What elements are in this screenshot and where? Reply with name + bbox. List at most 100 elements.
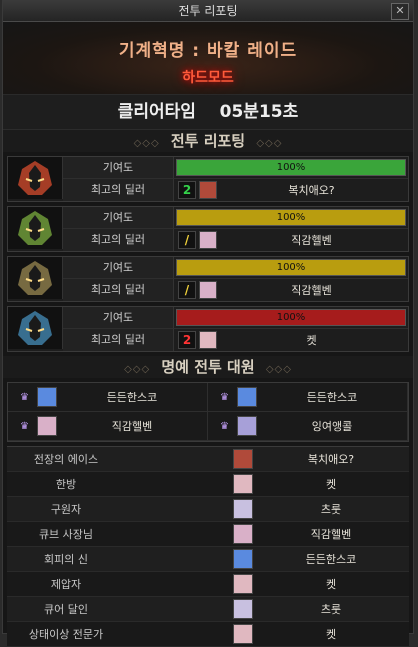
award-winner-name: 복치애오? <box>307 453 355 466</box>
award-row: 구원자 츠룻 <box>7 497 409 522</box>
raid-name: 기계혁명 : 바칼 레이드 <box>118 41 298 61</box>
award-title: 전장의 에이스 <box>33 453 99 466</box>
award-winner-name: 켓 <box>325 578 337 591</box>
clear-time-value: 05분15초 <box>219 102 299 122</box>
character-portrait-icon <box>37 387 57 407</box>
character-portrait-icon <box>237 416 257 436</box>
award-list: 전장의 에이스 복치애오? 한방 켓 구원자 츠룻 큐브 사장님 직감헬벤 회피의 신 든든한스코… <box>7 446 409 647</box>
top-dealer-name: 복치애오? <box>288 184 335 197</box>
ornament-icon: ◇◇◇ <box>124 364 151 375</box>
boss-avatar-icon <box>8 207 63 249</box>
award-winner-name: 츠룻 <box>320 603 342 616</box>
contribution-value: 100% <box>276 312 306 323</box>
top-dealer-name: 직감헬벤 <box>291 284 332 297</box>
award-title: 회피의 신 <box>44 553 88 566</box>
boss-avatar-icon <box>8 307 63 349</box>
character-portrait-icon <box>233 624 253 644</box>
boss-avatar-icon <box>8 157 63 199</box>
top-dealer-label: 최고의 딜러 <box>63 229 174 251</box>
award-winner-name: 츠룻 <box>320 503 342 516</box>
contribution-label: 기여도 <box>63 257 174 278</box>
award-title: 구원자 <box>50 503 82 516</box>
contribution-value: 100% <box>276 162 306 173</box>
honor-member: ♛ 든든한스코 <box>8 383 208 412</box>
window-title: 전투 리포팅 <box>178 4 238 18</box>
contribution-label: 기여도 <box>63 307 174 328</box>
award-row: 한방 켓 <box>7 472 409 497</box>
award-row: 제압자 켓 <box>7 572 409 597</box>
player-list: 기여도 100% 최고의 딜러 2 복치애오? 기여도 100% 최고의 딜러 / 직감헬벤 기여도… <box>3 156 413 352</box>
clear-time: 클리어타임 05분15초 <box>3 95 413 130</box>
honor-member-name: 든든한스코 <box>306 391 358 404</box>
battle-report-window: 전투 리포팅 ✕ 기계혁명 : 바칼 레이드 하드모드 클리어타임 05분15초… <box>2 0 414 647</box>
raid-header: 기계혁명 : 바칼 레이드 하드모드 <box>3 22 413 95</box>
award-row: 큐브 사장님 직감헬벤 <box>7 522 409 547</box>
character-portrait-icon <box>233 574 253 594</box>
class-rank-icon: 2 <box>178 331 196 349</box>
character-portrait-icon <box>199 281 217 299</box>
report-section-title: 전투 리포팅 <box>170 132 246 150</box>
crown-icon: ♛ <box>20 420 29 432</box>
close-icon[interactable]: ✕ <box>391 3 409 20</box>
award-title: 제압자 <box>50 578 82 591</box>
class-rank-icon: 2 <box>178 181 196 199</box>
character-portrait-icon <box>233 524 253 544</box>
honor-member: ♛ 잉여앵콜 <box>208 412 408 441</box>
class-rank-icon: / <box>178 281 196 299</box>
award-title: 상태이상 전문가 <box>28 628 104 641</box>
character-portrait-icon <box>233 449 253 469</box>
report-section-header: ◇◇◇ 전투 리포팅 ◇◇◇ <box>3 130 413 152</box>
ornament-icon: ◇◇◇ <box>133 138 160 149</box>
character-portrait-icon <box>199 331 217 349</box>
contribution-value: 100% <box>276 212 306 223</box>
crown-icon: ♛ <box>220 391 229 403</box>
award-winner-name: 켓 <box>325 628 337 641</box>
ornament-icon: ◇◇◇ <box>256 138 283 149</box>
award-winner-name: 직감헬벤 <box>310 528 352 541</box>
award-winner-name: 켓 <box>325 478 337 491</box>
player-row: 기여도 100% 최고의 딜러 2 복치애오? <box>7 156 409 202</box>
character-portrait-icon <box>233 599 253 619</box>
ornament-icon: ◇◇◇ <box>265 364 292 375</box>
award-title: 큐어 달인 <box>44 603 88 616</box>
player-row: 기여도 100% 최고의 딜러 / 직감헬벤 <box>7 206 409 252</box>
award-winner-name: 든든한스코 <box>305 553 357 566</box>
character-portrait-icon <box>199 231 217 249</box>
contribution-label: 기여도 <box>63 157 174 178</box>
contribution-bar: 100% <box>176 309 406 326</box>
player-row: 기여도 100% 최고의 딜러 2 켓 <box>7 306 409 352</box>
contribution-bar: 100% <box>176 259 406 276</box>
title-bar[interactable]: 전투 리포팅 ✕ <box>3 1 413 22</box>
character-portrait-icon <box>237 387 257 407</box>
character-portrait-icon <box>233 499 253 519</box>
class-rank-icon: / <box>178 231 196 249</box>
boss-avatar-icon <box>8 257 63 299</box>
character-portrait-icon <box>233 549 253 569</box>
contribution-bar: 100% <box>176 159 406 176</box>
honor-grid: ♛ 든든한스코 ♛ 든든한스코 ♛ 직감헬벤 ♛ 잉여앵콜 <box>7 382 409 442</box>
top-dealer-label: 최고의 딜러 <box>63 179 174 201</box>
honor-member: ♛ 든든한스코 <box>208 383 408 412</box>
award-title: 한방 <box>55 478 77 491</box>
clear-time-label: 클리어타임 <box>117 102 196 122</box>
honor-member-name: 든든한스코 <box>106 391 158 404</box>
crown-icon: ♛ <box>20 391 29 403</box>
top-dealer-label: 최고의 딜러 <box>63 329 174 351</box>
top-dealer-label: 최고의 딜러 <box>63 279 174 301</box>
award-row: 상태이상 전문가 켓 <box>7 622 409 647</box>
honor-section-header: ◇◇◇ 명예 전투 대원 ◇◇◇ <box>3 356 413 378</box>
honor-section-title: 명예 전투 대원 <box>161 358 255 376</box>
player-row: 기여도 100% 최고의 딜러 / 직감헬벤 <box>7 256 409 302</box>
top-dealer-name: 켓 <box>306 334 317 347</box>
difficulty-mode: 하드모드 <box>182 70 234 86</box>
contribution-bar: 100% <box>176 209 406 226</box>
award-row: 큐어 달인 츠룻 <box>7 597 409 622</box>
award-title: 큐브 사장님 <box>38 528 94 541</box>
honor-member-name: 잉여앵콜 <box>311 420 353 433</box>
honor-member-name: 직감헬벤 <box>111 420 153 433</box>
character-portrait-icon <box>37 416 57 436</box>
character-portrait-icon <box>199 181 217 199</box>
award-row: 회피의 신 든든한스코 <box>7 547 409 572</box>
contribution-value: 100% <box>276 262 306 273</box>
honor-member: ♛ 직감헬벤 <box>8 412 208 441</box>
